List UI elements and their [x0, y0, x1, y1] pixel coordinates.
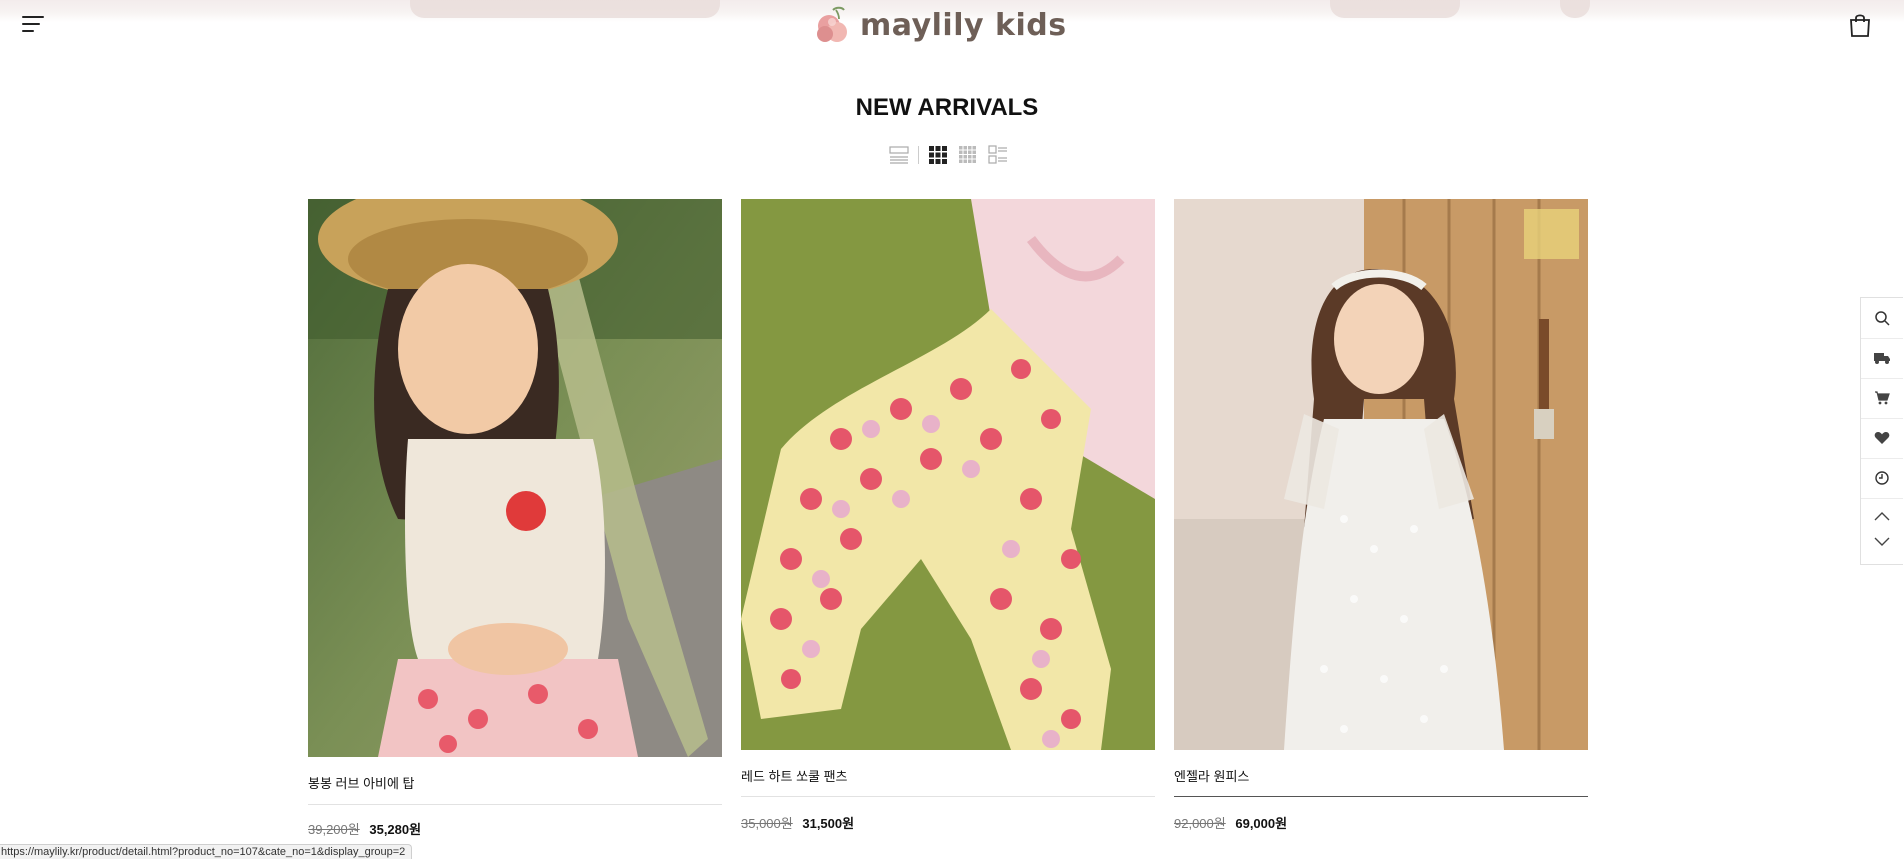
page-title: NEW ARRIVALS	[855, 94, 1039, 121]
logo[interactable]: maylily kids	[812, 4, 1067, 46]
product-price: 35,000원 31,500원	[741, 813, 854, 832]
product-price: 39,200원 35,280원	[308, 819, 421, 838]
menu-icon[interactable]	[22, 14, 46, 34]
delivery-truck-icon[interactable]	[1861, 338, 1903, 378]
product-image[interactable]	[741, 199, 1155, 750]
original-price: 35,000원	[741, 816, 793, 831]
original-price: 92,000원	[1174, 816, 1226, 831]
sale-price: 35,280원	[369, 822, 422, 837]
cart-icon[interactable]	[1861, 378, 1903, 418]
side-bar-divider	[1861, 498, 1903, 499]
list-view-icon[interactable]	[888, 144, 910, 166]
scroll-down-icon[interactable]	[1861, 528, 1903, 556]
grid-2-view-icon[interactable]	[927, 144, 949, 166]
quick-side-bar	[1860, 297, 1903, 565]
site-header: maylily kids	[0, 0, 1904, 50]
product-price: 92,000원 69,000원	[1174, 813, 1287, 832]
sale-price: 31,500원	[802, 816, 855, 831]
shopping-bag-icon[interactable]	[1848, 12, 1872, 38]
product-divider	[308, 804, 722, 805]
product-divider	[741, 796, 1155, 797]
product-name[interactable]: 엔젤라 원피스	[1174, 766, 1249, 785]
view-toggle-separator	[918, 146, 919, 164]
product-name[interactable]: 봉봉 러브 아비에 탑	[308, 773, 415, 792]
search-icon[interactable]	[1861, 298, 1903, 338]
product-image[interactable]	[1174, 199, 1588, 750]
product-image[interactable]	[308, 199, 722, 757]
sale-price: 69,000원	[1235, 816, 1288, 831]
scroll-up-icon[interactable]	[1861, 502, 1903, 530]
view-mode-toggles	[888, 144, 1017, 166]
detail-list-view-icon[interactable]	[987, 144, 1009, 166]
logo-text: maylily kids	[860, 7, 1067, 43]
heart-icon[interactable]	[1861, 418, 1903, 458]
grid-4-view-icon[interactable]	[957, 144, 979, 166]
product-name[interactable]: 레드 하트 쏘쿨 팬츠	[741, 766, 848, 785]
status-bar-url: https://maylily.kr/product/detail.html?p…	[0, 844, 413, 859]
product-divider	[1174, 796, 1588, 797]
cherry-blossom-logo-icon	[817, 6, 847, 42]
original-price: 39,200원	[308, 822, 360, 837]
recent-clock-icon[interactable]	[1861, 458, 1903, 498]
